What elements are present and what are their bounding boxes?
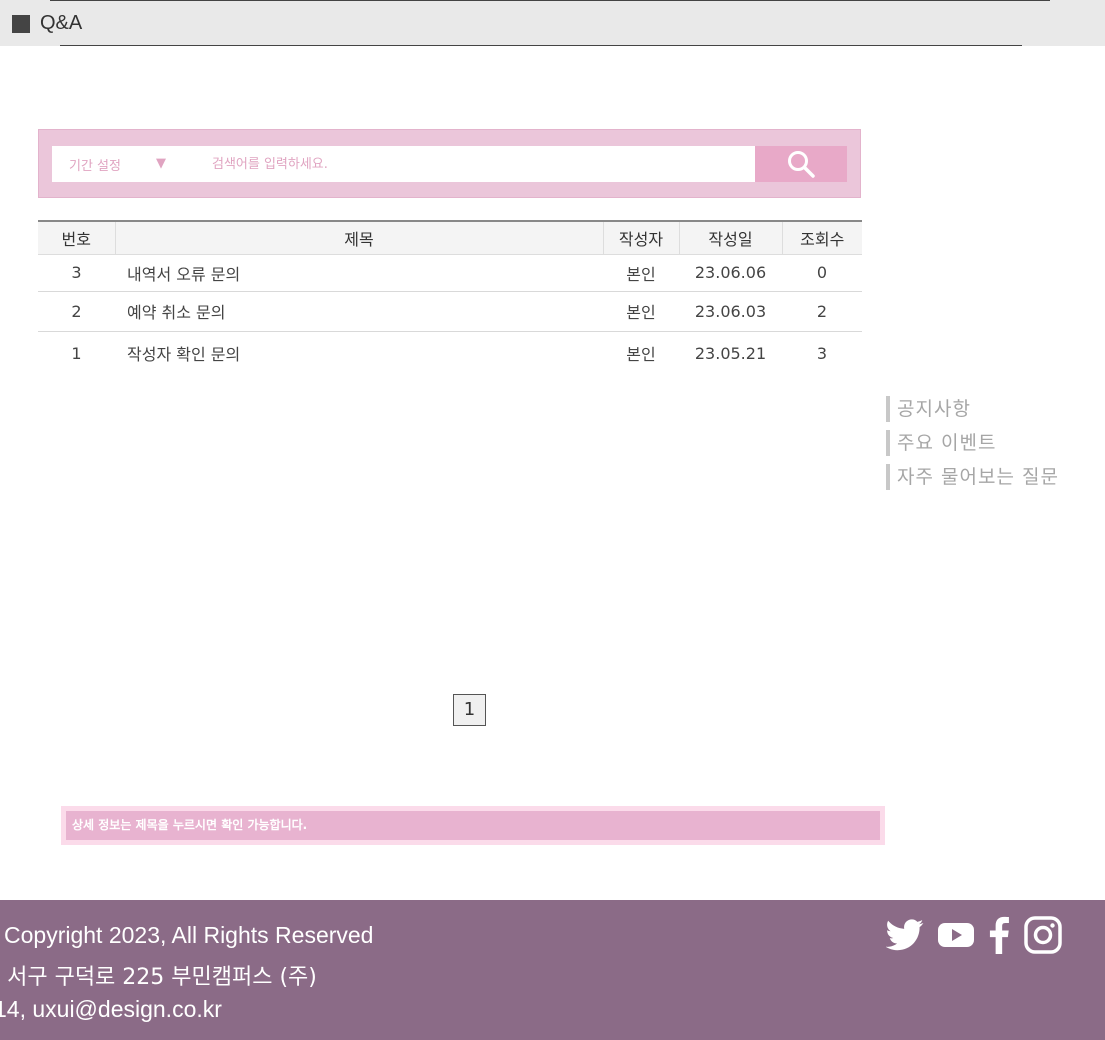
- table-row[interactable]: 2 예약 취소 문의 본인 23.06.03 2: [38, 291, 862, 332]
- qna-table: 번호 제목 작성자 작성일 조회수 3 내역서 오류 문의 본인 23.06.0…: [38, 220, 862, 375]
- row-date: 23.06.03: [679, 291, 782, 332]
- column-header-no: 번호: [38, 221, 115, 255]
- notice-banner: 상세 정보는 제목을 누르시면 확인 가능합니다.: [61, 806, 885, 845]
- side-link-faq[interactable]: 자주 물어보는 질문: [886, 464, 1059, 490]
- search-bar: 기간 설정 ▼: [52, 146, 755, 182]
- twitter-icon[interactable]: [886, 919, 924, 951]
- header-bottom-line: [60, 45, 1022, 46]
- square-bullet-icon: [12, 15, 30, 33]
- page-title: Q&A: [40, 12, 83, 34]
- table-row[interactable]: 1 작성자 확인 문의 본인 23.05.21 3: [38, 331, 862, 375]
- footer-contact: 14, uxui@design.co.kr: [0, 996, 222, 1022]
- header-top-line: [50, 0, 1050, 1]
- notice-text: 상세 정보는 제목을 누르시면 확인 가능합니다.: [66, 811, 880, 840]
- row-views: 0: [782, 254, 862, 292]
- chevron-down-icon[interactable]: ▼: [156, 156, 166, 171]
- side-nav: 공지사항 주요 이벤트 자주 물어보는 질문: [886, 396, 1059, 498]
- social-links: [886, 916, 1062, 954]
- row-no: 1: [71, 343, 82, 363]
- row-views: 2: [782, 291, 862, 332]
- row-no: 3: [38, 254, 115, 292]
- side-link-events[interactable]: 주요 이벤트: [886, 430, 1059, 456]
- column-header-views: 조회수: [781, 221, 862, 255]
- facebook-icon[interactable]: [988, 916, 1010, 954]
- row-title-link[interactable]: 예약 취소 문의: [115, 291, 603, 332]
- row-title-link[interactable]: 작성자 확인 문의: [115, 331, 603, 375]
- search-panel: 기간 설정 ▼: [38, 129, 861, 198]
- search-input[interactable]: [212, 146, 752, 182]
- footer: Copyright 2023, All Rights Reserved l 서구…: [0, 900, 1105, 1040]
- page-header: Q&A: [0, 0, 1105, 46]
- footer-address: l 서구 구덕로 225 부민캠퍼스 (주): [0, 965, 317, 990]
- row-date: 23.06.06: [679, 254, 782, 292]
- search-icon: [788, 151, 815, 178]
- table-header-row: 번호 제목 작성자 작성일 조회수: [38, 221, 862, 255]
- row-views: 3: [816, 343, 828, 363]
- youtube-icon[interactable]: [938, 921, 974, 949]
- row-author: 본인: [603, 291, 679, 332]
- column-header-author: 작성자: [602, 221, 679, 255]
- instagram-icon[interactable]: [1024, 916, 1062, 954]
- side-link-notice[interactable]: 공지사항: [886, 396, 1059, 422]
- row-author: 본인: [626, 345, 656, 365]
- column-header-title: 제목: [114, 221, 603, 255]
- row-title-link[interactable]: 내역서 오류 문의: [115, 254, 603, 292]
- table-row[interactable]: 3 내역서 오류 문의 본인 23.06.06 0: [38, 254, 862, 292]
- period-select-label[interactable]: 기간 설정: [69, 155, 121, 174]
- row-date: 23.05.21: [694, 343, 767, 363]
- page-number-button[interactable]: 1: [453, 694, 486, 726]
- search-button[interactable]: [755, 146, 847, 182]
- row-author: 본인: [603, 254, 679, 292]
- column-header-date: 작성일: [678, 221, 782, 255]
- row-no: 2: [38, 291, 115, 332]
- footer-copyright: Copyright 2023, All Rights Reserved: [4, 922, 374, 948]
